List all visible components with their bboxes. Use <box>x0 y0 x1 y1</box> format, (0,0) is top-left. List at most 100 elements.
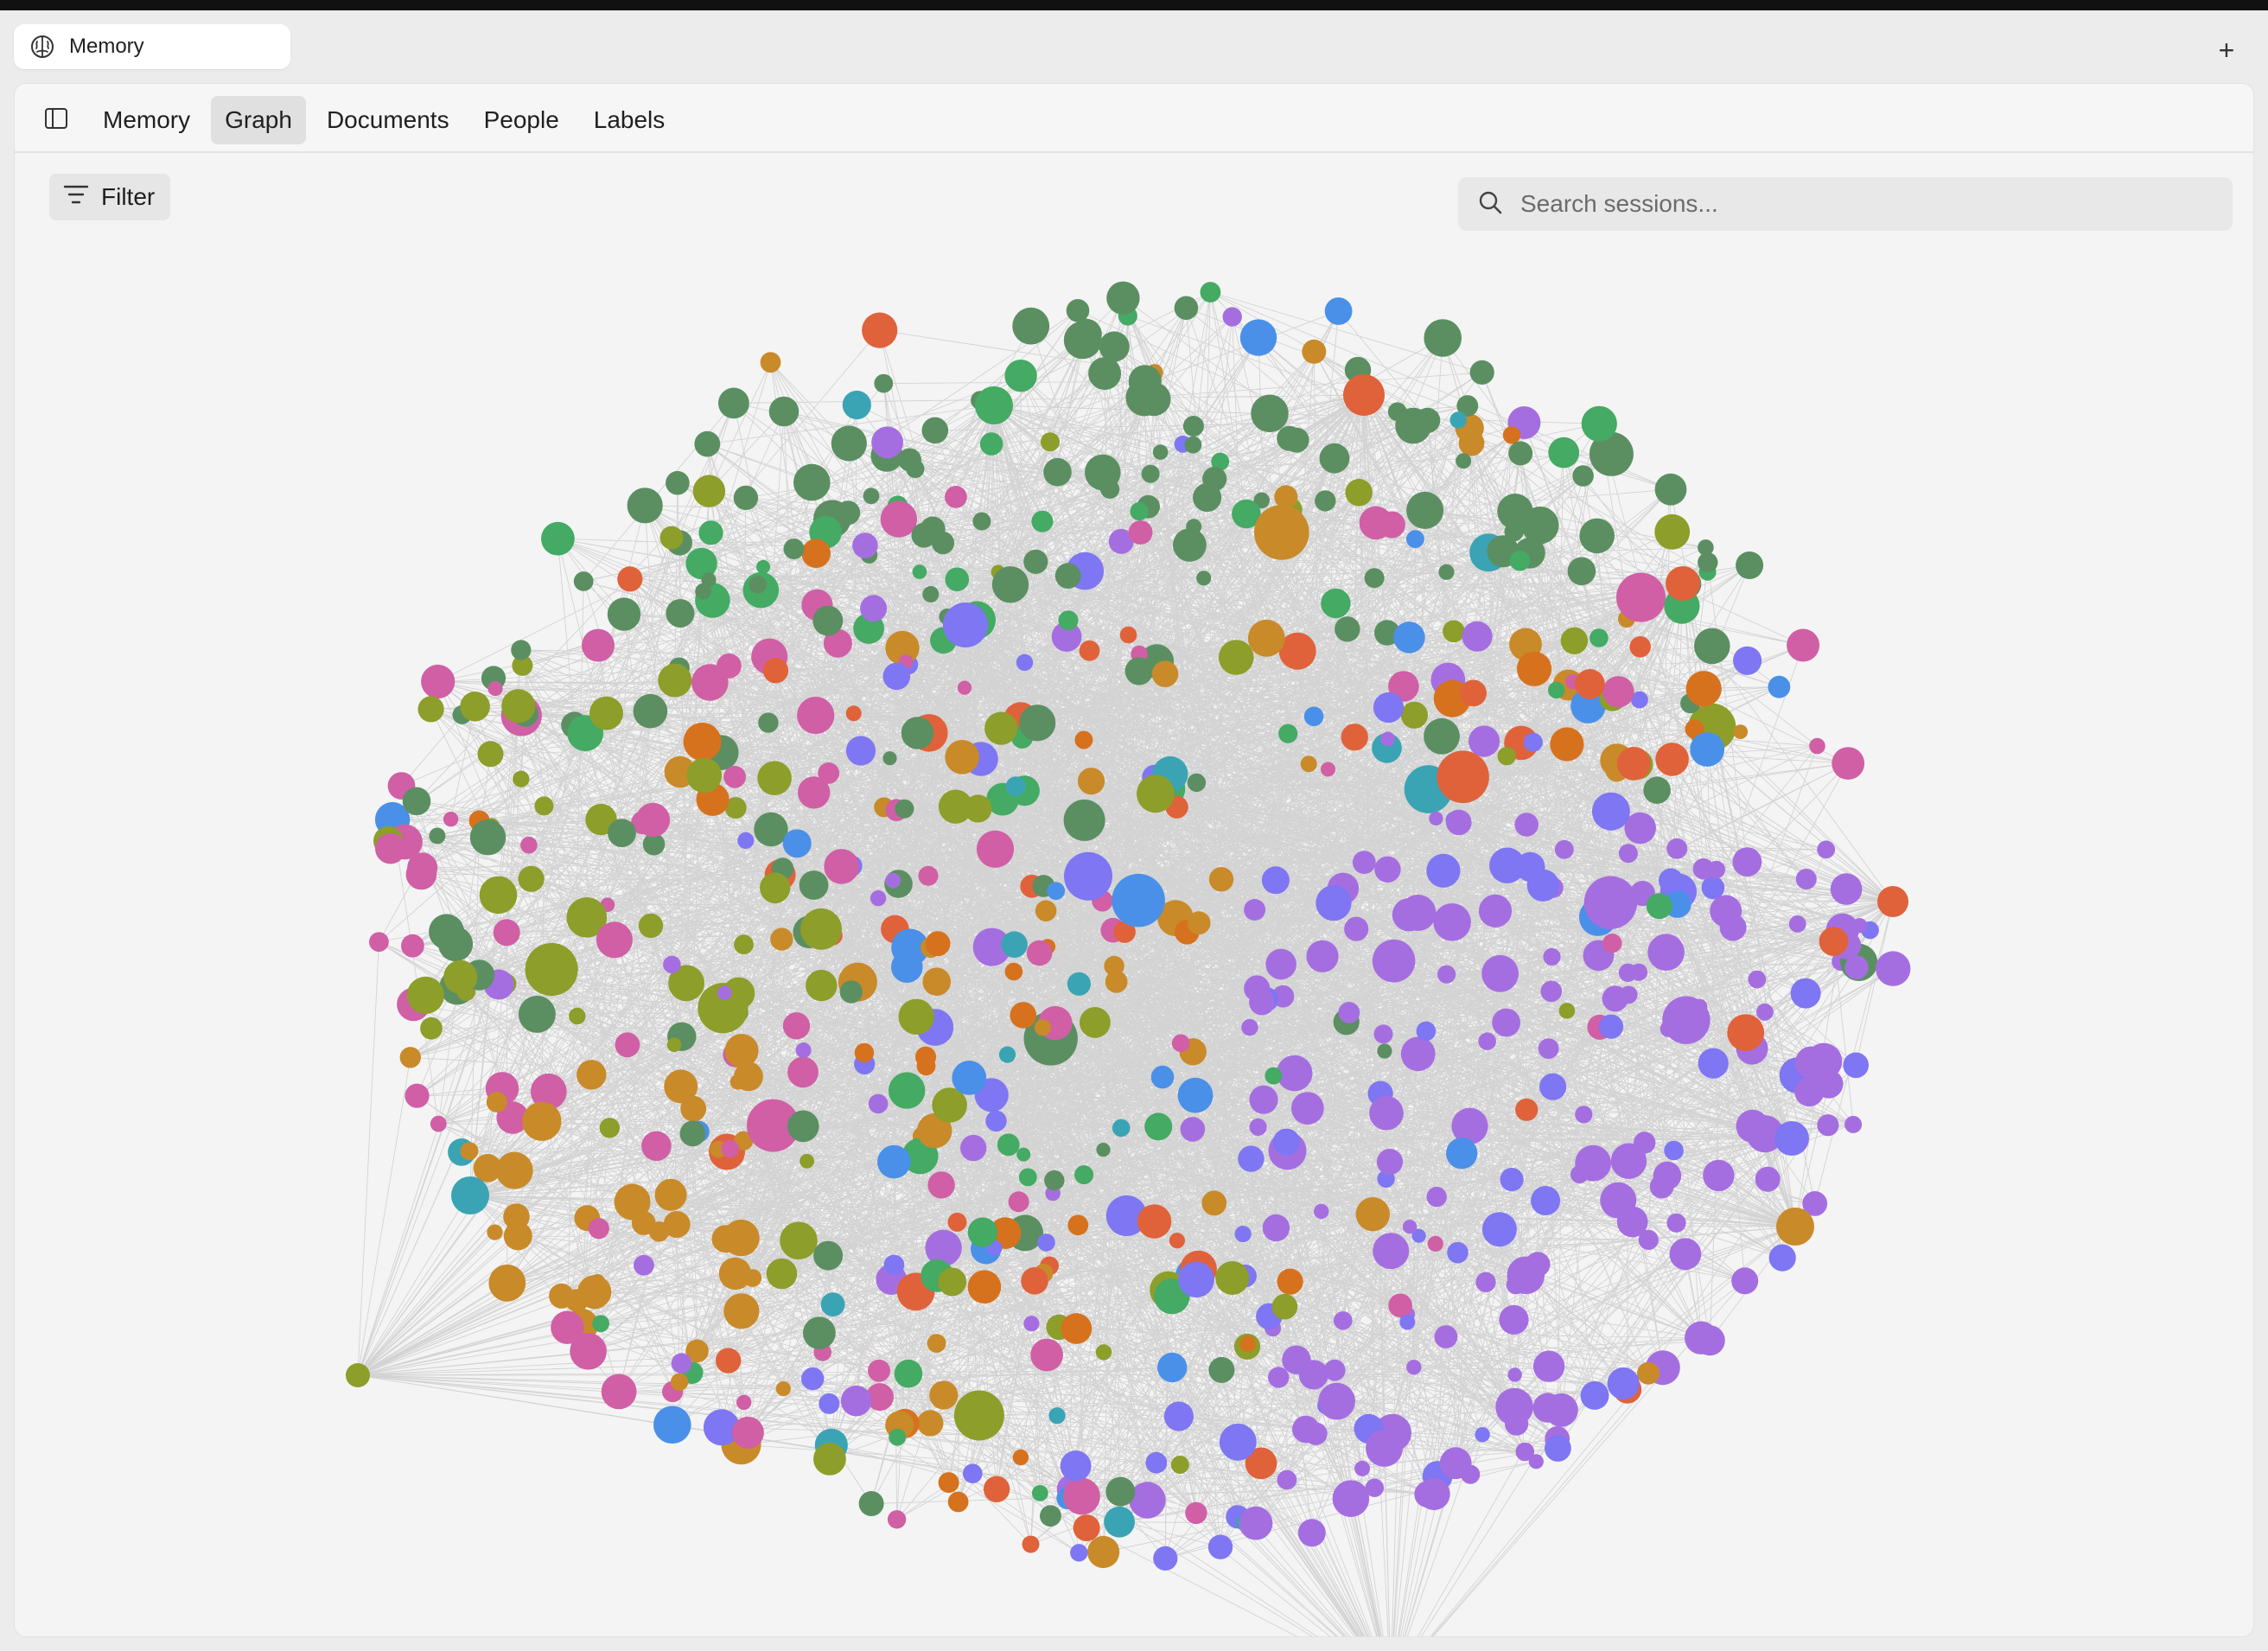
graph-node[interactable] <box>1119 626 1137 644</box>
tab-people[interactable]: People <box>470 96 573 144</box>
graph-node[interactable] <box>976 830 1015 868</box>
graph-node[interactable] <box>1548 681 1565 699</box>
graph-node[interactable] <box>901 717 934 749</box>
graph-node[interactable] <box>1074 1165 1094 1185</box>
graph-node[interactable] <box>1406 1360 1422 1375</box>
graph-node[interactable] <box>375 832 406 864</box>
graph-node[interactable] <box>1366 1429 1403 1467</box>
graph-node[interactable] <box>1277 1469 1297 1490</box>
graph-node[interactable] <box>1153 1546 1178 1571</box>
graph-node[interactable] <box>985 1110 1007 1132</box>
graph-node[interactable] <box>477 741 504 768</box>
graph-node[interactable] <box>1794 1046 1828 1080</box>
sidebar-toggle-icon[interactable] <box>41 103 72 134</box>
graph-node[interactable] <box>1392 898 1426 932</box>
graph-node[interactable] <box>887 1510 907 1529</box>
graph-node[interactable] <box>1646 893 1672 920</box>
graph-node[interactable] <box>460 692 490 722</box>
graph-node[interactable] <box>641 1131 672 1162</box>
graph-node[interactable] <box>1316 885 1352 921</box>
graph-node[interactable] <box>1637 1361 1660 1385</box>
graph-node[interactable] <box>783 539 805 559</box>
graph-node[interactable] <box>921 417 949 444</box>
graph-node[interactable] <box>1012 1449 1029 1466</box>
graph-node[interactable] <box>1475 1272 1496 1293</box>
graph-node[interactable] <box>1489 847 1526 883</box>
graph-node[interactable] <box>1507 1256 1545 1295</box>
graph-node[interactable] <box>1008 1191 1029 1213</box>
graph-node[interactable] <box>577 1060 607 1090</box>
graph-node[interactable] <box>1475 1427 1490 1443</box>
graph-node[interactable] <box>717 985 732 1001</box>
graph-node[interactable] <box>889 1428 907 1446</box>
graph-node[interactable] <box>1239 1335 1256 1353</box>
graph-node[interactable] <box>1509 550 1531 571</box>
graph-node[interactable] <box>967 1217 998 1247</box>
graph-node[interactable] <box>1249 1118 1267 1136</box>
graph-node[interactable] <box>1406 530 1424 548</box>
graph-node[interactable] <box>1137 775 1175 813</box>
graph-node[interactable] <box>1332 1480 1370 1517</box>
graph-node[interactable] <box>1021 1267 1048 1295</box>
graph-node[interactable] <box>922 967 951 996</box>
graph-node[interactable] <box>775 1381 791 1397</box>
graph-node[interactable] <box>1010 1002 1037 1029</box>
graph-node[interactable] <box>1694 1325 1725 1356</box>
graph-node[interactable] <box>1424 717 1460 755</box>
graph-node[interactable] <box>1080 1007 1111 1038</box>
graph-node[interactable] <box>1819 927 1849 956</box>
graph-node[interactable] <box>1284 427 1309 453</box>
graph-node[interactable] <box>947 1212 967 1232</box>
graph-node[interactable] <box>1177 1077 1214 1113</box>
graph-node[interactable] <box>1218 640 1254 675</box>
graph-node[interactable] <box>1539 1073 1567 1100</box>
graph-node[interactable] <box>1602 934 1622 953</box>
graph-node[interactable] <box>911 522 937 548</box>
graph-node[interactable] <box>1124 657 1154 685</box>
graph-node[interactable] <box>1456 453 1472 469</box>
graph-node[interactable] <box>666 599 695 628</box>
graph-node[interactable] <box>1515 1098 1539 1121</box>
graph-node[interactable] <box>663 1211 691 1238</box>
graph-node[interactable] <box>679 1120 706 1147</box>
graph-node[interactable] <box>588 1218 609 1240</box>
graph-node[interactable] <box>1054 563 1081 589</box>
graph-node[interactable] <box>1282 1345 1311 1374</box>
tab-memory[interactable]: Memory <box>89 96 204 144</box>
search-input[interactable] <box>1519 189 2196 219</box>
graph-node[interactable] <box>754 812 788 847</box>
graph-node[interactable] <box>1844 955 1869 979</box>
graph-node[interactable] <box>1654 513 1691 550</box>
graph-node[interactable] <box>1685 671 1722 707</box>
graph-node[interactable] <box>1618 844 1638 864</box>
graph-node[interactable] <box>1400 701 1428 729</box>
graph-node[interactable] <box>945 486 967 508</box>
graph-node[interactable] <box>695 583 711 600</box>
graph-node[interactable] <box>947 1491 969 1513</box>
graph-node[interactable] <box>1355 1197 1391 1232</box>
graph-node[interactable] <box>1088 357 1122 391</box>
graph-node[interactable] <box>1026 940 1053 966</box>
graph-node[interactable] <box>1458 430 1485 456</box>
graph-node[interactable] <box>1070 1544 1088 1562</box>
graph-node[interactable] <box>1302 339 1327 364</box>
graph-node[interactable] <box>469 819 506 856</box>
graph-node[interactable] <box>1809 737 1825 755</box>
graph-node[interactable] <box>852 532 878 558</box>
graph-node[interactable] <box>1343 374 1385 416</box>
graph-node[interactable] <box>1064 851 1112 901</box>
graph-node[interactable] <box>938 1267 967 1297</box>
graph-node[interactable] <box>1756 1003 1774 1021</box>
graph-node[interactable] <box>1600 1182 1637 1219</box>
graph-node[interactable] <box>1152 444 1169 460</box>
graph-node[interactable] <box>488 1264 526 1302</box>
graph-node[interactable] <box>1201 1190 1227 1216</box>
graph-node[interactable] <box>1817 1114 1839 1137</box>
graph-node[interactable] <box>1727 1014 1765 1051</box>
graph-node[interactable] <box>1497 747 1516 766</box>
graph-node[interactable] <box>493 919 520 947</box>
graph-node[interactable] <box>1315 490 1336 512</box>
graph-node[interactable] <box>1768 675 1791 698</box>
graph-node[interactable] <box>818 762 840 784</box>
graph-node[interactable] <box>1200 282 1221 303</box>
